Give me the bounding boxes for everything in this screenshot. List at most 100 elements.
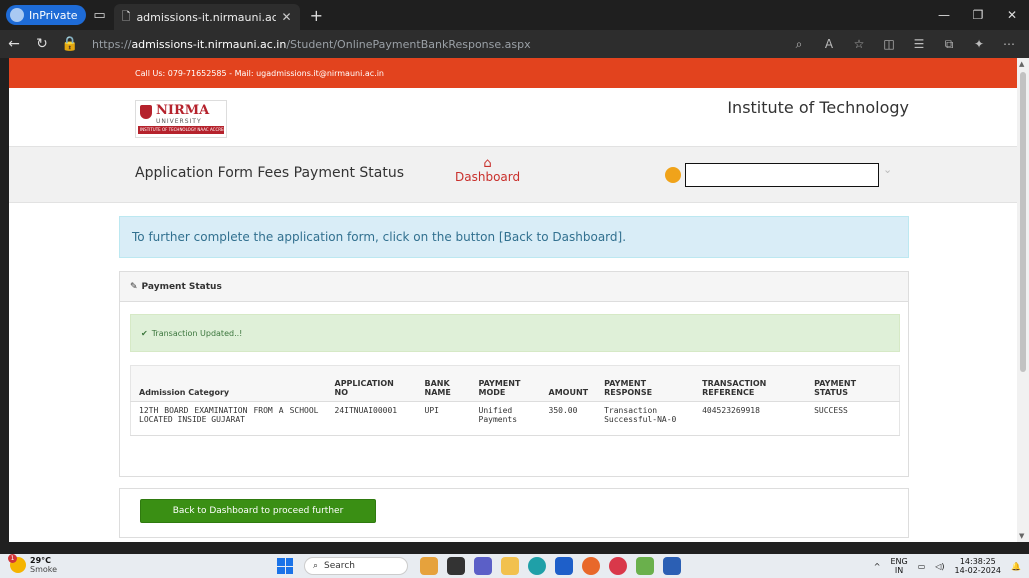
weather-condition: Smoke [30, 565, 58, 574]
col-payment-response: PAYMENT RESPONSE [596, 365, 695, 402]
favorite-icon[interactable]: ☆ [845, 37, 873, 52]
scroll-up-icon[interactable]: ▲ [1019, 60, 1024, 68]
split-screen-icon[interactable]: ◫ [875, 37, 903, 52]
refresh-icon[interactable]: ↻ [28, 36, 56, 52]
task-view-icon[interactable] [447, 557, 465, 575]
contact-strip: Call Us: 079-71652585 - Mail: ugadmissio… [9, 58, 1017, 88]
language-indicator[interactable]: ENG IN [890, 557, 907, 575]
panel-title: Payment Status [141, 281, 222, 292]
zoom-icon[interactable]: ⌕ [785, 37, 813, 52]
temperature: 29°C [30, 556, 52, 565]
dashboard-label: Dashboard [455, 170, 521, 184]
collections-icon[interactable]: ⧉ [935, 37, 963, 52]
nirma-logo[interactable]: NIRMA UNIVERSITY INSTITUTE OF TECHNOLOGY… [135, 100, 227, 138]
widget-app-icon[interactable] [420, 557, 438, 575]
scroll-thumb[interactable] [1020, 72, 1026, 372]
lock-icon[interactable]: 🔒 [56, 36, 84, 52]
window-controls: — ❐ ✕ [927, 0, 1029, 30]
network-icon[interactable]: ▭ [918, 562, 926, 571]
minimize-icon[interactable]: — [927, 0, 961, 30]
col-amount: AMOUNT [540, 365, 597, 402]
col-payment-status: PAYMENT STATUS [806, 365, 900, 402]
page-title: Application Form Fees Payment Status [135, 165, 405, 181]
cell-payment-status: SUCCESS [806, 401, 900, 436]
logo-name: NIRMA [156, 103, 210, 118]
cell-payment-mode: Unified Payments [470, 401, 541, 436]
windows-taskbar: 1 29°C Smoke ⌕ Search ^ ENG IN ▭ ◁) 14:3… [0, 554, 1029, 578]
edge-browser-icon[interactable] [528, 557, 546, 575]
back-to-dashboard-button[interactable]: Back to Dashboard to proceed further [140, 499, 376, 523]
contact-text: Call Us: 079-71652585 - Mail: ugadmissio… [135, 68, 384, 78]
favorites-list-icon[interactable]: ☰ [905, 37, 933, 52]
tab-actions-icon[interactable]: ▭ [86, 0, 114, 30]
web-page: Call Us: 079-71652585 - Mail: ugadmissio… [9, 58, 1017, 542]
site-header: NIRMA UNIVERSITY INSTITUTE OF TECHNOLOGY… [9, 88, 1017, 146]
word-app-icon[interactable] [663, 557, 681, 575]
user-icon[interactable] [665, 167, 681, 183]
url-field[interactable]: https://admissions-it.nirmauni.ac.in/Stu… [92, 38, 785, 51]
weather-widget[interactable]: 1 29°C Smoke [8, 554, 57, 574]
col-application-no: APPLICATION NO [326, 365, 417, 402]
start-icon[interactable] [277, 558, 293, 574]
chat-app-icon[interactable] [474, 557, 492, 575]
inprivate-badge[interactable]: InPrivate [6, 5, 86, 25]
chevron-up-icon[interactable]: ^ [874, 562, 881, 571]
page-icon: 🗋 [121, 9, 131, 23]
time: 14:38:25 [959, 557, 996, 566]
logo-sub: UNIVERSITY [156, 118, 202, 125]
close-window-icon[interactable]: ✕ [995, 0, 1029, 30]
chevron-down-icon[interactable]: ⌄ [883, 163, 892, 176]
alert-text: Transaction Updated..! [151, 328, 243, 338]
scroll-down-icon[interactable]: ▼ [1019, 532, 1024, 540]
volume-icon[interactable]: ◁) [935, 562, 944, 571]
weather-text: 29°C Smoke [30, 556, 57, 574]
panel-header: ✎ Payment Status [120, 272, 908, 302]
payment-table: Admission Category APPLICATION NO BANK N… [130, 365, 900, 436]
file-explorer-icon[interactable] [501, 557, 519, 575]
browser-tab[interactable]: 🗋 admissions-it.nirmauni.ac.in/Stud ✕ [113, 4, 300, 30]
taskbar-search[interactable]: ⌕ Search [304, 557, 408, 575]
col-payment-mode: PAYMENT MODE [470, 365, 541, 402]
cell-transaction-reference: 404523269918 [694, 401, 807, 436]
sub-navigation: Application Form Fees Payment Status ⌂ D… [9, 146, 1017, 203]
tab-title: admissions-it.nirmauni.ac.in/Stud [136, 10, 276, 24]
cell-admission-category: 12TH BOARD EXAMINATION FROM A SCHOOL LOC… [130, 401, 327, 436]
store-app-icon[interactable] [555, 557, 573, 575]
info-message: To further complete the application form… [119, 216, 909, 258]
cell-amount: 350.00 [540, 401, 597, 436]
close-tab-icon[interactable]: ✕ [282, 10, 292, 24]
check-circle-icon: ✔ [141, 328, 148, 338]
table-header-row: Admission Category APPLICATION NO BANK N… [130, 365, 900, 402]
url-host: admissions-it.nirmauni.ac.in [131, 37, 287, 51]
profile-icon [10, 8, 24, 22]
language-code: ENG [890, 557, 908, 566]
col-bank-name: BANK NAME [416, 365, 471, 402]
app-icon[interactable] [636, 557, 654, 575]
shield-icon [140, 105, 152, 119]
cell-bank-name: UPI [416, 401, 471, 436]
col-admission-category: Admission Category [130, 365, 327, 402]
notification-bell-icon[interactable]: 🔔 [1011, 562, 1021, 571]
read-aloud-icon[interactable]: A [815, 37, 843, 52]
vivaldi-icon[interactable] [609, 557, 627, 575]
clock[interactable]: 14:38:25 14-02-2024 [955, 557, 1002, 575]
home-icon: ⌂ [483, 156, 492, 171]
back-icon[interactable]: ← [0, 36, 28, 52]
action-panel: Back to Dashboard to proceed further [119, 488, 909, 538]
extensions-icon[interactable]: ✦ [965, 37, 993, 52]
region-code: IN [894, 566, 904, 575]
address-bar: ← ↻ 🔒 https://admissions-it.nirmauni.ac.… [0, 30, 1029, 58]
user-name-redacted[interactable] [685, 163, 879, 187]
browser-tab-bar: InPrivate ▭ 🗋 admissions-it.nirmauni.ac.… [0, 0, 1029, 30]
cell-payment-response: Transaction Successful-NA-0 [596, 401, 695, 436]
new-tab-icon[interactable]: + [310, 6, 323, 25]
payment-status-panel: ✎ Payment Status ✔ Transaction Updated..… [119, 271, 909, 477]
success-alert: ✔ Transaction Updated..! [130, 314, 900, 352]
restore-icon[interactable]: ❐ [961, 0, 995, 30]
more-icon[interactable]: ⋯ [995, 37, 1023, 52]
firefox-icon[interactable] [582, 557, 600, 575]
dashboard-link[interactable]: ⌂ Dashboard [455, 157, 520, 184]
page-scrollbar[interactable]: ▲ ▼ [1017, 58, 1029, 542]
url-prefix: https:// [92, 37, 132, 51]
logo-band: INSTITUTE OF TECHNOLOGY NAAC ACCREDITED … [138, 126, 224, 134]
